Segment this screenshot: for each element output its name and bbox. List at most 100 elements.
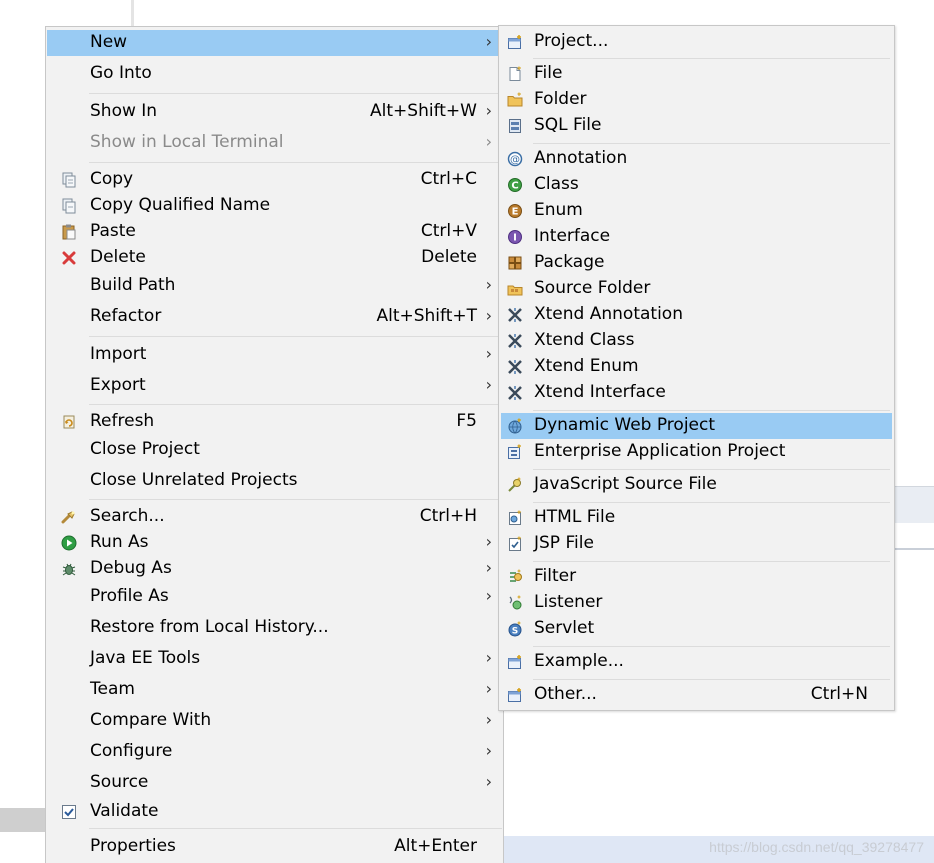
xtend-icon — [507, 307, 523, 323]
submenu-arrow-icon: › — [485, 275, 492, 294]
submenu-item-xtend-interface[interactable]: Xtend Interface — [501, 380, 892, 406]
menu-item-run-as[interactable]: Run As › — [47, 530, 502, 556]
submenu-item-label: Filter — [534, 566, 577, 586]
menu-item-show-in-local-terminal[interactable]: Show in Local Terminal › — [47, 130, 502, 156]
menu-item-label: Profile As — [90, 586, 169, 606]
menu-item-shortcut: Ctrl+C — [420, 169, 477, 189]
submenu-arrow-icon: › — [485, 101, 492, 120]
submenu-item-label: Dynamic Web Project — [534, 415, 716, 435]
submenu-item-enum[interactable]: E Enum — [501, 198, 892, 224]
svg-text:E: E — [512, 207, 519, 218]
submenu-item-label: Xtend Annotation — [534, 304, 683, 324]
menu-item-show-in[interactable]: Show In Alt+Shift+W › — [47, 99, 502, 125]
sql-file-icon — [507, 118, 523, 134]
package-icon — [507, 255, 523, 271]
menu-separator — [533, 58, 890, 59]
submenu-item-source-folder[interactable]: Source Folder — [501, 276, 892, 302]
menu-item-refactor[interactable]: Refactor Alt+Shift+T › — [47, 304, 502, 330]
submenu-item-label: Class — [534, 174, 579, 194]
new-project-icon — [507, 34, 523, 50]
html-file-icon — [507, 510, 523, 526]
submenu-item-jsp-file[interactable]: JSP File — [501, 531, 892, 557]
copy-icon — [61, 172, 77, 188]
menu-separator — [533, 646, 890, 647]
menu-item-shortcut: Delete — [421, 247, 477, 267]
menu-separator — [533, 143, 890, 144]
menu-separator — [533, 502, 890, 503]
submenu-item-class[interactable]: C Class — [501, 172, 892, 198]
example-wizard-icon — [507, 654, 523, 670]
menu-item-shortcut: Alt+Shift+W — [370, 101, 477, 121]
submenu-item-xtend-class[interactable]: Xtend Class — [501, 328, 892, 354]
menu-item-new[interactable]: New › — [47, 30, 502, 56]
xtend-icon — [507, 359, 523, 375]
submenu-item-xtend-enum[interactable]: Xtend Enum — [501, 354, 892, 380]
submenu-item-interface[interactable]: I Interface — [501, 224, 892, 250]
submenu-arrow-icon: › — [485, 32, 492, 51]
submenu-item-annotation[interactable]: @ Annotation — [501, 146, 892, 172]
submenu-arrow-icon: › — [485, 679, 492, 698]
menu-item-label: Copy — [90, 169, 134, 189]
menu-separator — [89, 828, 502, 829]
menu-item-label: Refactor — [90, 306, 162, 326]
submenu-item-project[interactable]: Project... — [501, 29, 892, 55]
menu-item-label: Search... — [90, 506, 165, 526]
menu-item-go-into[interactable]: Go Into — [47, 61, 502, 87]
menu-item-delete[interactable]: Delete Delete — [47, 245, 502, 271]
submenu-item-folder[interactable]: Folder — [501, 87, 892, 113]
xtend-icon — [507, 385, 523, 401]
submenu-arrow-icon: › — [485, 344, 492, 363]
menu-item-profile-as[interactable]: Profile As › — [47, 584, 502, 610]
menu-item-restore-from-local-history[interactable]: Restore from Local History... — [47, 615, 502, 641]
menu-item-export[interactable]: Export › — [47, 373, 502, 399]
menu-item-copy-qualified-name[interactable]: Copy Qualified Name — [47, 193, 502, 219]
submenu-item-listener[interactable]: Listener — [501, 590, 892, 616]
submenu-item-dynamic-web-project[interactable]: Dynamic Web Project — [501, 413, 892, 439]
menu-item-shortcut: Alt+Enter — [394, 836, 477, 856]
menu-item-label: Import — [90, 344, 147, 364]
class-icon: C — [507, 177, 523, 193]
menu-item-debug-as[interactable]: Debug As › — [47, 556, 502, 582]
menu-item-label: Restore from Local History... — [90, 617, 329, 637]
submenu-item-html-file[interactable]: HTML File — [501, 505, 892, 531]
submenu-item-file[interactable]: File — [501, 61, 892, 87]
menu-item-paste[interactable]: Paste Ctrl+V — [47, 219, 502, 245]
menu-item-java-ee-tools[interactable]: Java EE Tools › — [47, 646, 502, 672]
menu-item-validate[interactable]: Validate — [47, 799, 502, 825]
submenu-item-label: Annotation — [534, 148, 628, 168]
menu-item-close-unrelated-projects[interactable]: Close Unrelated Projects — [47, 468, 502, 494]
submenu-item-enterprise-application-project[interactable]: Enterprise Application Project — [501, 439, 892, 465]
menu-item-source[interactable]: Source › — [47, 770, 502, 796]
menu-item-copy[interactable]: Copy Ctrl+C — [47, 167, 502, 193]
menu-item-import[interactable]: Import › — [47, 342, 502, 368]
submenu-item-label: JavaScript Source File — [534, 474, 717, 494]
menu-item-team[interactable]: Team › — [47, 677, 502, 703]
submenu-item-label: SQL File — [534, 115, 602, 135]
editor-background-line — [131, 0, 134, 26]
new-folder-icon — [507, 92, 523, 108]
refresh-icon — [61, 414, 77, 430]
submenu-item-package[interactable]: Package — [501, 250, 892, 276]
menu-item-shortcut: Ctrl+V — [420, 221, 477, 241]
submenu-item-javascript-source-file[interactable]: JavaScript Source File — [501, 472, 892, 498]
menu-item-compare-with[interactable]: Compare With › — [47, 708, 502, 734]
submenu-arrow-icon: › — [485, 648, 492, 667]
submenu-item-servlet[interactable]: S Servlet — [501, 616, 892, 642]
menu-item-search[interactable]: Search... Ctrl+H — [47, 504, 502, 530]
menu-item-shortcut: Alt+Shift+T — [376, 306, 477, 326]
submenu-item-label: Xtend Enum — [534, 356, 639, 376]
submenu-item-sql-file[interactable]: SQL File — [501, 113, 892, 139]
menu-item-refresh[interactable]: Refresh F5 — [47, 409, 502, 435]
menu-item-properties[interactable]: Properties Alt+Enter — [47, 834, 502, 860]
menu-item-label: Debug As — [90, 558, 172, 578]
submenu-item-example[interactable]: Example... — [501, 649, 892, 675]
submenu-item-label: Project... — [534, 31, 609, 51]
submenu-item-xtend-annotation[interactable]: Xtend Annotation — [501, 302, 892, 328]
submenu-item-other[interactable]: Other... Ctrl+N — [501, 682, 892, 708]
menu-item-label: Go Into — [90, 63, 152, 83]
menu-item-close-project[interactable]: Close Project — [47, 437, 502, 463]
menu-item-configure[interactable]: Configure › — [47, 739, 502, 765]
menu-item-label: Properties — [90, 836, 176, 856]
submenu-item-filter[interactable]: Filter — [501, 564, 892, 590]
menu-item-build-path[interactable]: Build Path › — [47, 273, 502, 299]
